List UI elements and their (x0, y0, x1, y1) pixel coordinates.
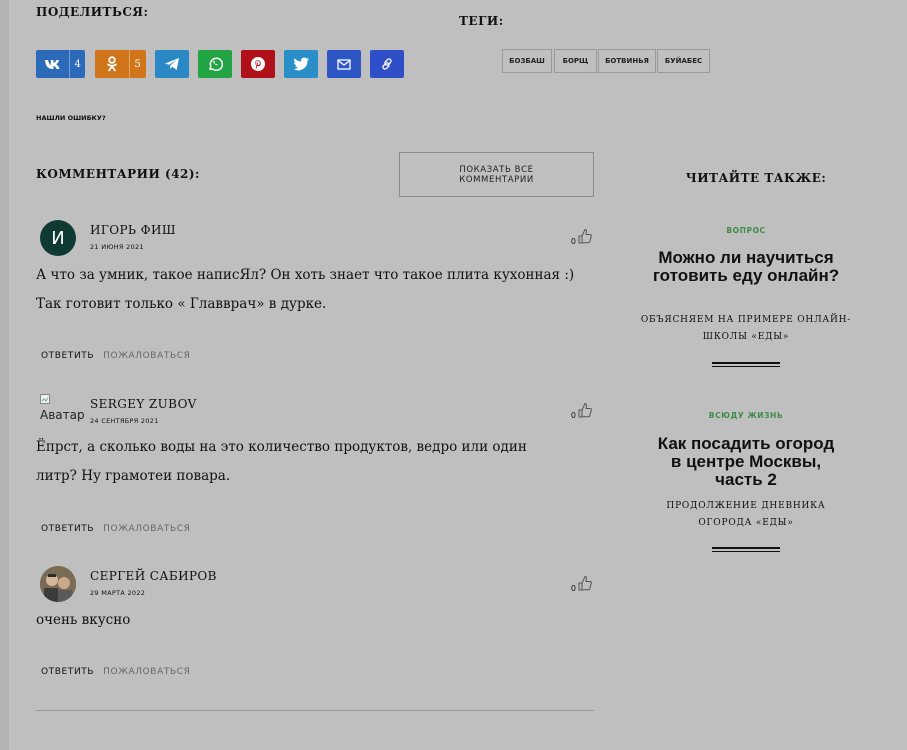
share-twitter-button[interactable] (284, 50, 318, 78)
article-separator (712, 547, 780, 552)
like-count: 0 (570, 584, 576, 593)
share-email-button[interactable] (327, 50, 361, 78)
share-ok-count: 5 (129, 50, 145, 78)
reply-button[interactable]: ОТВЕТИТЬ (41, 351, 94, 361)
comment-actions: ОТВЕТИТЬ ПОЖАЛОВАТЬСЯ (41, 667, 190, 677)
article-category[interactable]: ВОПРОС (640, 226, 852, 235)
like-control[interactable]: 0 (571, 402, 592, 420)
odnoklassniki-icon (95, 50, 129, 78)
article-headline[interactable]: Как посадить огород в центре Москвы, час… (652, 435, 840, 489)
avatar-photo (40, 566, 76, 602)
share-ok-button[interactable]: 5 (95, 50, 146, 78)
broken-image-icon (40, 394, 50, 404)
report-button[interactable]: ПОЖАЛОВАТЬСЯ (103, 667, 190, 677)
twitter-icon (284, 50, 318, 78)
page-edge-strip (0, 0, 9, 750)
tag-item[interactable]: БУЙАБЕС (657, 49, 710, 73)
share-vk-button[interactable]: 4 (36, 50, 85, 78)
share-title: ПОДЕЛИТЬСЯ: (36, 5, 149, 19)
comment-author[interactable]: ИГОРЬ ФИШ (90, 223, 176, 237)
comment: СЕРГЕЙ САБИРОВ 29 МАРТА 2022 0 очень вку… (36, 565, 594, 685)
tag-item[interactable]: БОЗБАШ (502, 49, 552, 73)
reply-button[interactable]: ОТВЕТИТЬ (41, 524, 94, 534)
like-control[interactable]: 0 (571, 575, 592, 593)
avatar-letter: И (51, 227, 65, 249)
tag-item[interactable]: БОТВИНЬЯ (598, 49, 656, 73)
article-subtitle: ОБЪЯСНЯЕМ НА ПРИМЕРЕ ОНЛАЙН-ШКОЛЫ «ЕДЫ» (640, 315, 852, 342)
report-error-link[interactable]: НАШЛИ ОШИБКУ? (36, 114, 106, 122)
link-icon (370, 50, 404, 78)
avatar-broken-image: Аватар (40, 394, 90, 424)
comment-author[interactable]: СЕРГЕЙ САБИРОВ (90, 569, 217, 583)
mail-icon (327, 50, 361, 78)
read-also-title: ЧИТАЙТЕ ТАКЖЕ: (685, 171, 827, 185)
tag-item[interactable]: БОРЩ (554, 49, 597, 73)
comment-date: 29 МАРТА 2022 (90, 589, 146, 597)
article-separator (712, 362, 780, 367)
comment-text: А что за умник, такое написЯл? Он хоть з… (36, 267, 575, 312)
comment-author[interactable]: SERGEY ZUBOV (90, 397, 197, 411)
share-copy-link-button[interactable] (370, 50, 404, 78)
report-button[interactable]: ПОЖАЛОВАТЬСЯ (103, 524, 190, 534)
comment-date: 24 СЕНТЯБРЯ 2021 (90, 417, 159, 425)
comment-actions: ОТВЕТИТЬ ПОЖАЛОВАТЬСЯ (41, 524, 190, 534)
share-pinterest-button[interactable] (241, 50, 275, 78)
share-vk-count: 4 (69, 50, 85, 78)
comment: Аватар SERGEY ZUBOV 24 СЕНТЯБРЯ 2021 0 Ё… (36, 392, 594, 542)
share-whatsapp-button[interactable] (198, 50, 232, 78)
thumbs-up-icon[interactable] (578, 575, 592, 593)
reply-button[interactable]: ОТВЕТИТЬ (41, 667, 94, 677)
comment-text: Ёпрст, а сколько воды на это количество … (36, 439, 527, 484)
comments-divider (36, 710, 594, 711)
comment-text: очень вкусно (36, 612, 131, 628)
comment-date: 21 ИЮНЯ 2021 (90, 243, 144, 251)
like-count: 0 (570, 237, 576, 246)
like-control[interactable]: 0 (571, 228, 592, 246)
report-button[interactable]: ПОЖАЛОВАТЬСЯ (103, 351, 190, 361)
vk-icon (36, 50, 69, 78)
avatar (40, 566, 76, 602)
show-all-comments-label: ПОКАЗАТЬ ВСЕ КОММЕНТАРИИ (459, 164, 534, 185)
article-subtitle: ПРОДОЛЖЕНИЕ ДНЕВНИКА ОГОРОДА «ЕДЫ» (666, 501, 826, 528)
avatar: И (40, 220, 76, 256)
pinterest-icon (241, 50, 275, 78)
article-category[interactable]: ВСЮДУ ЖИЗНЬ (640, 411, 852, 420)
thumbs-up-icon[interactable] (578, 402, 592, 420)
whatsapp-icon (198, 50, 232, 78)
tags-title: ТЕГИ: (459, 14, 504, 28)
show-all-comments-button[interactable]: ПОКАЗАТЬ ВСЕ КОММЕНТАРИИ (399, 152, 594, 197)
like-count: 0 (570, 411, 576, 420)
share-telegram-button[interactable] (155, 50, 189, 78)
avatar-alt-text: Аватар (40, 408, 85, 422)
thumbs-up-icon[interactable] (578, 228, 592, 246)
comment-actions: ОТВЕТИТЬ ПОЖАЛОВАТЬСЯ (41, 351, 190, 361)
comment: И ИГОРЬ ФИШ 21 ИЮНЯ 2021 0 А что за умни… (36, 218, 594, 368)
comments-title: КОММЕНТАРИИ (42): (36, 167, 200, 181)
telegram-icon (155, 50, 189, 78)
article-headline[interactable]: Можно ли научиться готовить еду онлайн? (640, 249, 852, 285)
